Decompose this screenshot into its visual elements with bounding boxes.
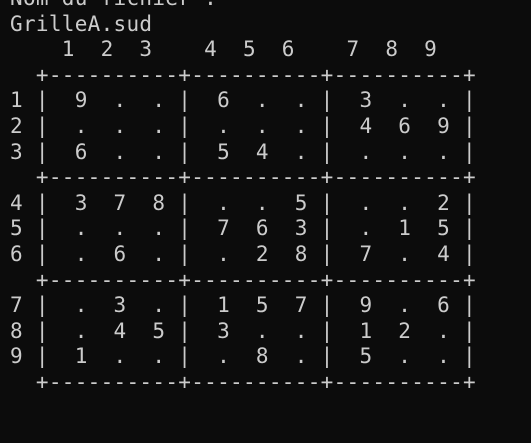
console-output: Nom du fichier :GrilleA.sud 1 2 3 4 5 6 … xyxy=(10,0,476,396)
grid-row-5: 5 | . . . | 7 6 3 | . 1 5 | xyxy=(10,216,476,241)
grid-row-6: 6 | . 6 . | . 2 8 | 7 . 4 | xyxy=(10,241,476,266)
prompt-filename-label: Nom du fichier : xyxy=(10,0,476,12)
grid-row-9: 9 | 1 . . | . 8 . | 5 . . | xyxy=(10,344,476,369)
terminal-window[interactable]: Nom du fichier :GrilleA.sud 1 2 3 4 5 6 … xyxy=(0,0,531,443)
grid-border-block-2: +----------+----------+----------+ xyxy=(10,267,476,292)
grid-row-8: 8 | . 4 5 | 3 . . | 1 2 . | xyxy=(10,318,476,343)
grid-row-1: 1 | 9 . . | 6 . . | 3 . . | xyxy=(10,88,476,113)
grid-row-2: 2 | . . . | . . . | 4 6 9 | xyxy=(10,113,476,138)
grid-row-3: 3 | 6 . . | 5 4 . | . . . | xyxy=(10,139,476,164)
entered-filename: GrilleA.sud xyxy=(10,11,153,36)
column-header-row: 1 2 3 4 5 6 7 8 9 xyxy=(10,37,438,62)
grid-row-7: 7 | . 3 . | 1 5 7 | 9 . 6 | xyxy=(10,293,476,318)
grid-border-bottom: +----------+----------+----------+ xyxy=(10,369,476,394)
grid-row-4: 4 | 3 7 8 | . . 5 | . . 2 | xyxy=(10,190,476,215)
grid-border-block-1: +----------+----------+----------+ xyxy=(10,165,476,190)
grid-border-top: +----------+----------+----------+ xyxy=(10,62,476,87)
